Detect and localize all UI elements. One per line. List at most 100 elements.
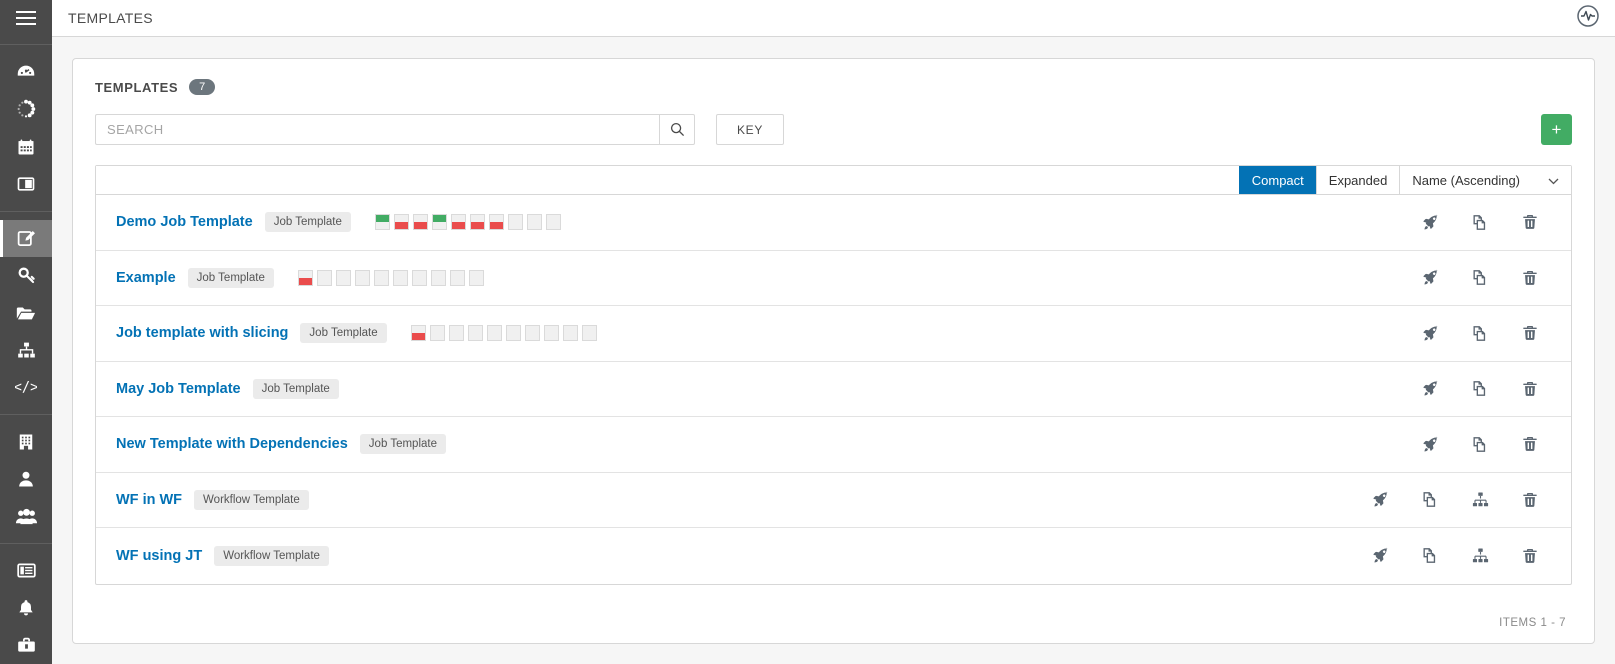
sidebar-item-teams[interactable]	[0, 498, 52, 535]
table-row: WF in WF Workflow Template	[96, 473, 1571, 528]
jobs-icon	[15, 98, 37, 120]
sparkline-cell-failed[interactable]	[488, 214, 504, 231]
launch-button[interactable]	[1405, 213, 1455, 232]
launch-button[interactable]	[1355, 546, 1405, 565]
sidebar-item-users[interactable]	[0, 460, 52, 497]
copy-button[interactable]	[1455, 268, 1505, 287]
notifications-icon	[16, 598, 36, 618]
sidebar-item-credential-types[interactable]	[0, 552, 52, 589]
copy-button[interactable]	[1405, 490, 1455, 509]
sidebar-item-jobs[interactable]	[0, 91, 52, 128]
copy-button[interactable]	[1405, 546, 1455, 565]
recent-jobs-sparkline	[297, 269, 484, 286]
recent-jobs-sparkline	[374, 214, 561, 231]
sparkline-cell-empty	[373, 269, 389, 286]
sparkline-cell-top	[375, 215, 389, 223]
copy-button[interactable]	[1455, 379, 1505, 398]
delete-button[interactable]	[1505, 491, 1555, 509]
workflow-visualizer-button[interactable]	[1455, 490, 1505, 509]
template-name-link[interactable]: May Job Template	[116, 381, 241, 397]
template-name-link[interactable]: WF using JT	[116, 548, 202, 564]
delete-icon	[1521, 269, 1539, 287]
sparkline-cell-failed[interactable]	[410, 325, 426, 342]
sparkline-cell-top	[430, 326, 444, 334]
sparkline-cell-empty	[468, 269, 484, 286]
portal-icon	[16, 174, 36, 194]
delete-icon	[1521, 213, 1539, 231]
delete-button[interactable]	[1505, 435, 1555, 453]
key-button[interactable]: KEY	[716, 114, 784, 145]
sidebar-item-organizations[interactable]	[0, 423, 52, 460]
delete-button[interactable]	[1505, 324, 1555, 342]
sparkline-cell-bottom	[451, 222, 465, 230]
sparkline-cell-top	[412, 270, 426, 278]
delete-button[interactable]	[1505, 380, 1555, 398]
sparkline-cell-top	[336, 270, 350, 278]
sparkline-cell-success[interactable]	[431, 214, 447, 231]
copy-icon	[1421, 490, 1440, 509]
sparkline-cell-top	[544, 326, 558, 334]
users-icon	[16, 469, 36, 489]
sidebar-item-my-view[interactable]	[0, 165, 52, 202]
launch-button[interactable]	[1405, 324, 1455, 343]
sparkline-cell-bottom	[355, 277, 369, 285]
panel-header: TEMPLATES 7	[95, 79, 1572, 95]
view-mode-compact[interactable]: Compact	[1238, 166, 1316, 194]
add-template-button[interactable]: +	[1541, 114, 1572, 145]
sidebar-item-management-jobs[interactable]	[0, 627, 52, 664]
sparkline-cell-failed[interactable]	[412, 214, 428, 231]
sort-dropdown[interactable]: Name (Ascending)	[1399, 166, 1571, 194]
sparkline-cell-failed[interactable]	[297, 269, 313, 286]
sparkline-cell-bottom	[393, 277, 407, 285]
view-mode-expanded[interactable]: Expanded	[1315, 166, 1400, 194]
template-name-link[interactable]: Demo Job Template	[116, 214, 253, 230]
search-input[interactable]	[95, 114, 659, 145]
sparkline-cell-top	[546, 215, 560, 223]
content-area: TEMPLATES 7 KEY + Co	[52, 37, 1615, 664]
sparkline-cell-failed[interactable]	[450, 214, 466, 231]
copy-button[interactable]	[1455, 213, 1505, 232]
sidebar-item-credentials[interactable]	[0, 257, 52, 294]
copy-button[interactable]	[1455, 435, 1505, 454]
template-name-link[interactable]: New Template with Dependencies	[116, 436, 348, 452]
sparkline-cell-bottom	[468, 333, 482, 341]
sidebar-item-inventory-scripts[interactable]: </>	[0, 369, 52, 406]
row-actions	[1405, 435, 1555, 454]
menu-toggle-button[interactable]	[0, 0, 52, 36]
credentials-icon	[16, 265, 37, 286]
template-name-link[interactable]: WF in WF	[116, 492, 182, 508]
template-name-link[interactable]: Job template with slicing	[116, 325, 288, 341]
row-actions	[1355, 546, 1555, 565]
copy-button[interactable]	[1455, 324, 1505, 343]
sparkline-cell-top	[374, 270, 388, 278]
sparkline-cell-failed[interactable]	[469, 214, 485, 231]
sparkline-cell-empty	[526, 214, 542, 231]
sidebar-item-dashboard[interactable]	[0, 53, 52, 90]
sidebar-item-notifications[interactable]	[0, 589, 52, 626]
sidebar-item-templates[interactable]	[0, 219, 52, 258]
workflow-visualizer-button[interactable]	[1455, 546, 1505, 565]
sidebar-item-schedules[interactable]	[0, 128, 52, 165]
launch-button[interactable]	[1405, 268, 1455, 287]
launch-icon	[1421, 435, 1440, 454]
template-name-link[interactable]: Example	[116, 270, 176, 286]
launch-button[interactable]	[1405, 435, 1455, 454]
launch-icon	[1421, 213, 1440, 232]
sparkline-cell-failed[interactable]	[393, 214, 409, 231]
template-type-badge: Job Template	[359, 434, 446, 455]
delete-button[interactable]	[1505, 547, 1555, 565]
sidebar-item-projects[interactable]	[0, 294, 52, 331]
delete-button[interactable]	[1505, 213, 1555, 231]
sidebar-divider	[0, 210, 52, 212]
launch-button[interactable]	[1355, 490, 1405, 509]
delete-button[interactable]	[1505, 269, 1555, 287]
search-icon[interactable]	[659, 114, 695, 145]
sparkline-cell-empty	[316, 269, 332, 286]
sparkline-cell-bottom	[298, 277, 312, 285]
launch-icon	[1421, 268, 1440, 287]
copy-icon	[1471, 379, 1490, 398]
sparkline-cell-success[interactable]	[374, 214, 390, 231]
launch-button[interactable]	[1405, 379, 1455, 398]
sidebar-item-inventories[interactable]	[0, 331, 52, 368]
sparkline-cell-empty	[486, 325, 502, 342]
